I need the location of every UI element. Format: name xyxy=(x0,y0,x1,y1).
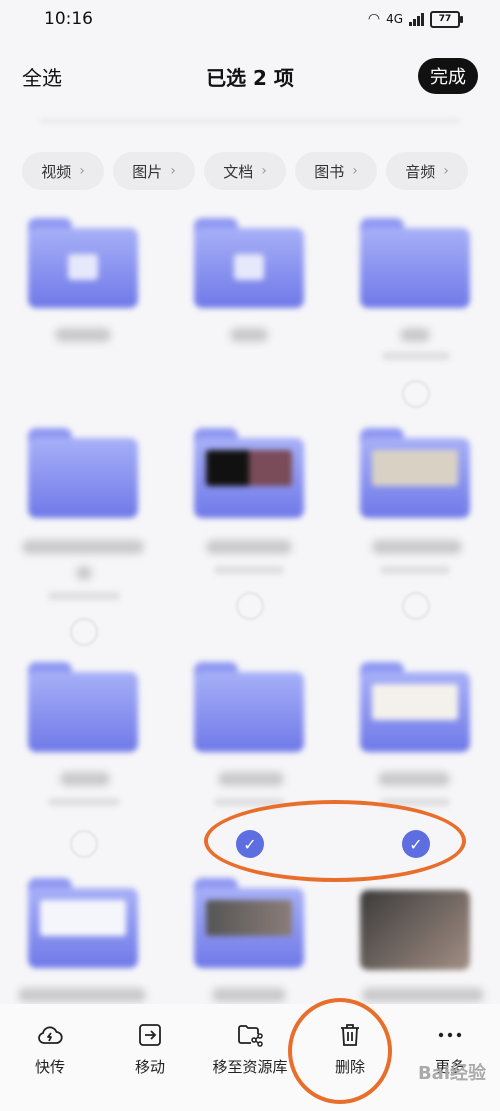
select-checkbox[interactable] xyxy=(70,830,98,858)
chevron-right-icon: › xyxy=(352,163,358,179)
folder-item[interactable] xyxy=(194,878,304,968)
blurred-label xyxy=(378,772,450,786)
blurred-subtitle xyxy=(48,592,120,600)
select-checkbox[interactable] xyxy=(402,380,430,408)
blurred-subtitle xyxy=(214,566,284,574)
wifi-icon: ◠ xyxy=(367,11,381,27)
blurred-label xyxy=(60,772,110,786)
chevron-right-icon: › xyxy=(170,163,176,179)
blurred-subtitle xyxy=(382,352,450,360)
chip-image[interactable]: 图片 › xyxy=(113,152,195,190)
toolbar-label: 移至资源库 xyxy=(212,1058,288,1076)
cloud-share-icon xyxy=(37,1022,63,1048)
folder-item[interactable] xyxy=(28,662,138,752)
blurred-label xyxy=(218,772,284,786)
annotation-ellipse xyxy=(204,800,466,882)
folder-share-icon xyxy=(237,1022,263,1048)
select-checkbox[interactable] xyxy=(402,592,430,620)
done-button[interactable]: 完成 xyxy=(418,58,478,94)
select-checkbox[interactable] xyxy=(70,618,98,646)
status-bar: 10:16 ◠ 4G 77 xyxy=(0,0,500,38)
move-icon xyxy=(137,1022,163,1048)
folder-item[interactable] xyxy=(28,428,138,518)
chip-document[interactable]: 文档 › xyxy=(204,152,286,190)
folder-thumbnail xyxy=(40,900,126,936)
category-chips: 视频 › 图片 › 文档 › 图书 › 音频 › xyxy=(22,152,468,190)
blurred-label xyxy=(22,540,144,554)
watermark: Bai经验 xyxy=(417,1063,486,1084)
chevron-right-icon: › xyxy=(261,163,267,179)
folder-item[interactable] xyxy=(28,878,138,968)
toolbar-quick-share[interactable]: 快传 xyxy=(0,1004,100,1111)
toolbar-move[interactable]: 移动 xyxy=(100,1004,200,1111)
toolbar-more[interactable]: 更多 xyxy=(400,1004,500,1111)
blurred-label xyxy=(55,328,111,342)
chevron-right-icon: › xyxy=(79,163,85,179)
folder-thumbnail xyxy=(206,900,292,936)
blurred-label xyxy=(212,988,286,1002)
chip-audio[interactable]: 音频 › xyxy=(386,152,468,190)
toolbar-label: 移动 xyxy=(134,1058,165,1076)
chevron-right-icon: › xyxy=(443,163,449,179)
folder-item[interactable] xyxy=(194,218,304,308)
blurred-label xyxy=(206,540,292,554)
toolbar-label: 快传 xyxy=(34,1058,65,1076)
folder-item[interactable] xyxy=(28,218,138,308)
folder-content-icon xyxy=(234,254,264,280)
folder-item[interactable] xyxy=(360,218,470,308)
chip-book[interactable]: 图书 › xyxy=(295,152,377,190)
blurred-subtitle xyxy=(48,798,120,806)
network-type: 4G xyxy=(386,12,403,26)
selection-header: 全选 已选 2 项 完成 xyxy=(0,40,500,112)
status-time: 10:16 xyxy=(44,9,93,29)
folder-content-icon xyxy=(68,254,98,280)
chip-label: 图书 xyxy=(314,162,345,181)
blurred-label xyxy=(372,540,462,554)
signal-icon xyxy=(409,12,424,26)
select-all-button[interactable]: 全选 xyxy=(22,62,62,91)
blurred-subtitle xyxy=(380,566,450,574)
more-icon xyxy=(437,1022,463,1048)
chip-video[interactable]: 视频 › xyxy=(22,152,104,190)
status-icons: ◠ 4G 77 xyxy=(367,10,463,28)
folder-item[interactable] xyxy=(360,428,470,518)
battery-icon: 77 xyxy=(430,10,463,28)
blurred-label xyxy=(400,328,430,342)
select-checkbox[interactable] xyxy=(236,592,264,620)
chip-label: 音频 xyxy=(405,162,436,181)
folder-item[interactable] xyxy=(194,428,304,518)
header-divider xyxy=(40,118,460,124)
folder-item[interactable] xyxy=(194,662,304,752)
annotation-circle xyxy=(288,998,392,1104)
toolbar-move-to-library[interactable]: 移至资源库 xyxy=(200,1004,300,1111)
video-item[interactable] xyxy=(360,878,470,970)
blurred-label xyxy=(76,566,92,580)
blurred-label xyxy=(362,988,484,1002)
folder-thumbnail xyxy=(206,450,292,486)
battery-level: 77 xyxy=(438,13,452,24)
chip-label: 视频 xyxy=(41,162,72,181)
blurred-label xyxy=(18,988,146,1002)
bottom-toolbar: 快传 移动 移至资源库 删除 更多 xyxy=(0,1004,500,1111)
folder-item[interactable] xyxy=(360,662,470,752)
chip-label: 文档 xyxy=(223,162,254,181)
chip-label: 图片 xyxy=(132,162,163,181)
folder-thumbnail xyxy=(372,450,458,486)
folder-thumbnail xyxy=(372,684,458,720)
blurred-label xyxy=(230,328,268,342)
